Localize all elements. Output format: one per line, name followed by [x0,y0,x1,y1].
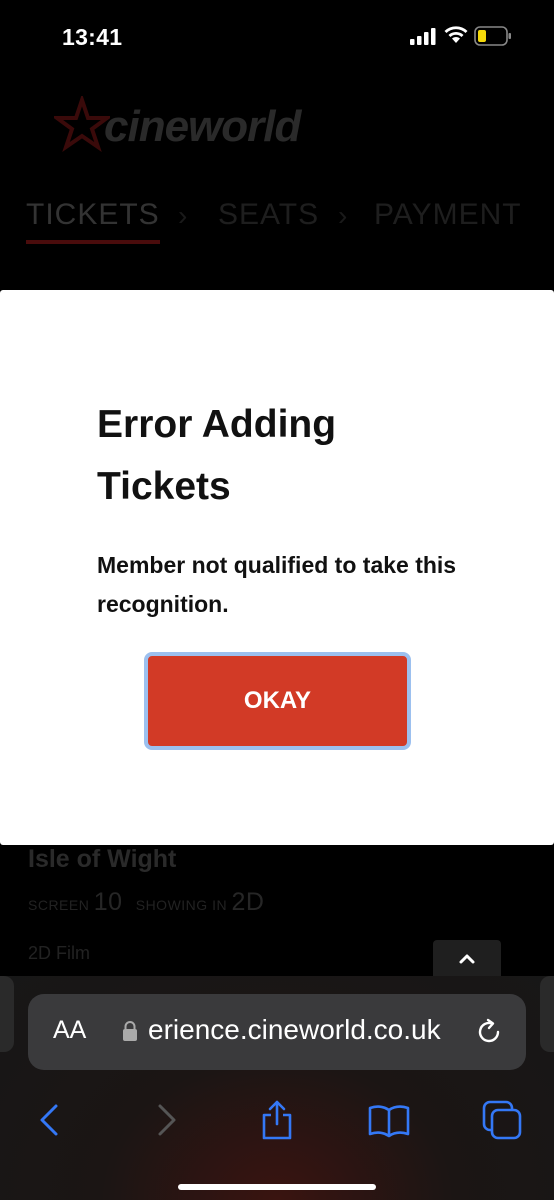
modal-title: Error Adding Tickets [97,403,337,508]
star-icon [54,96,110,152]
showing-label: SHOWING IN [135,897,228,913]
showing-format: 2D [231,888,265,916]
back-icon[interactable] [28,1098,72,1142]
status-time: 13:41 [62,24,123,50]
battery-low-icon [474,26,511,46]
film-meta: SCREEN 10 SHOWING IN 2D [28,888,264,917]
step-seats: SEATS [218,198,320,231]
wifi-icon [444,26,468,43]
active-step-underline [26,240,160,244]
screen: 13:41 cineworld TICKETS › SEATS › PAYMEN… [0,0,554,1200]
chevron-right-icon: › [338,200,348,231]
film-title: Isle of Wight [28,845,177,873]
booking-steps: TICKETS › SEATS › PAYMENT [26,198,546,248]
aa-label: AA [53,1016,87,1044]
chevron-up-icon [459,954,475,964]
cellular-signal-icon [410,28,436,45]
previous-tab-peek[interactable] [0,976,14,1052]
safari-bottom-bar: AA erience.cineworld.co.uk [0,976,554,1200]
reader-options-button[interactable]: AA [53,1016,86,1045]
scroll-up-button[interactable] [433,940,501,980]
okay-button[interactable]: OKAY [144,652,411,750]
lock-icon [123,1021,137,1041]
url-text: erience.cineworld.co.uk [148,1014,441,1045]
modal-message: Member not qualified to take this recogn… [97,552,457,617]
bookmarks-icon[interactable] [367,1098,411,1142]
step-tickets: TICKETS [26,198,160,231]
cineworld-logo: cineworld [54,96,334,156]
error-modal: Error Adding Tickets Member not qualifie… [0,290,554,845]
screen-number: 10 [93,888,123,916]
screen-label: SCREEN [28,897,90,913]
address-bar[interactable]: AA erience.cineworld.co.uk [28,994,526,1070]
status-bar: 13:41 [0,0,554,70]
reload-icon[interactable] [474,1017,504,1047]
step-payment: PAYMENT [374,198,522,231]
logo-text: cineworld [104,102,301,151]
tabs-icon[interactable] [480,1098,524,1142]
safari-toolbar [0,1086,554,1156]
film-type: 2D Film [28,943,90,963]
chevron-right-icon: › [178,200,188,231]
share-icon[interactable] [255,1098,299,1142]
forward-icon[interactable] [144,1098,188,1142]
next-tab-peek[interactable] [540,976,554,1052]
home-indicator[interactable] [178,1184,376,1190]
